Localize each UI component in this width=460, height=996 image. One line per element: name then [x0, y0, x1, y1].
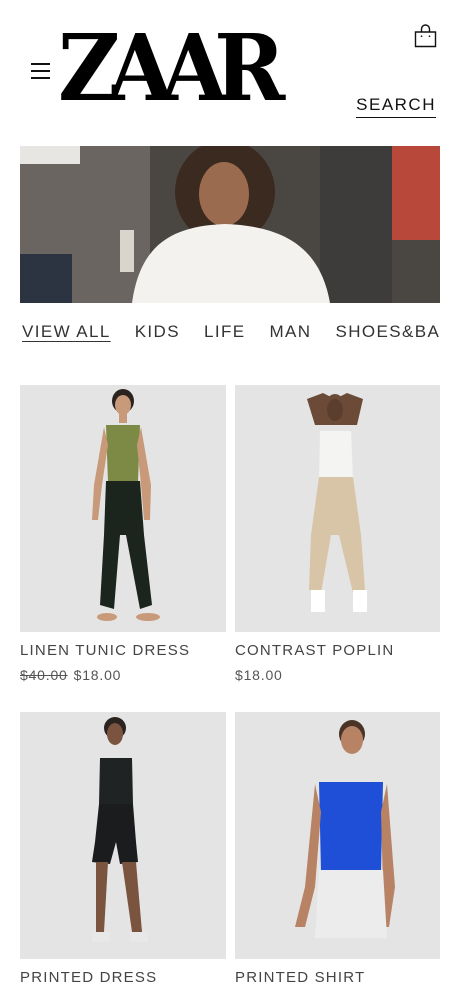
tab-view-all[interactable]: VIEW ALL	[22, 322, 111, 346]
brand-logo[interactable]: ZAAR	[58, 18, 285, 118]
product-photo	[235, 385, 440, 632]
original-price: $40.00	[20, 667, 68, 683]
tab-kids[interactable]: KIDS	[135, 322, 180, 346]
product-price: $40.00 $18.00	[20, 667, 226, 683]
shopping-bag-icon[interactable]	[414, 24, 437, 48]
product-image[interactable]	[235, 385, 440, 632]
product-name[interactable]: PRINTED SHIRT	[235, 969, 441, 986]
hero-banner[interactable]	[20, 146, 440, 303]
product-image[interactable]	[20, 712, 226, 959]
sale-price: $18.00	[235, 667, 283, 683]
product-photo	[235, 712, 440, 959]
search-link[interactable]: SEARCH	[356, 95, 436, 118]
sale-price: $18.00	[73, 667, 122, 683]
hamburger-menu-icon[interactable]	[31, 63, 50, 79]
product-image[interactable]	[235, 712, 440, 959]
product-card[interactable]: PRINTED DRESS	[20, 712, 226, 986]
product-photo	[20, 385, 226, 632]
product-card[interactable]: CONTRAST POPLIN $18.00	[235, 385, 441, 683]
product-name[interactable]: PRINTED DRESS	[20, 969, 226, 986]
product-card[interactable]: LINEN TUNIC DRESS $40.00 $18.00	[20, 385, 226, 683]
product-name[interactable]: CONTRAST POPLIN	[235, 642, 441, 659]
page: ZAAR SEARCH VIEW ALL KIDS LIFE MAN SHOES…	[0, 0, 460, 996]
product-card[interactable]: PRINTED SHIRT	[235, 712, 441, 986]
product-photo	[20, 712, 226, 959]
product-image[interactable]	[20, 385, 226, 632]
tab-shoes-bags[interactable]: SHOES&BAGS	[335, 322, 440, 346]
tab-life[interactable]: LIFE	[204, 322, 246, 346]
product-price: $18.00	[235, 667, 441, 683]
hero-image	[20, 146, 440, 303]
product-name[interactable]: LINEN TUNIC DRESS	[20, 642, 226, 659]
category-tabs: VIEW ALL KIDS LIFE MAN SHOES&BAGS	[22, 322, 440, 346]
tab-man[interactable]: MAN	[269, 322, 311, 346]
